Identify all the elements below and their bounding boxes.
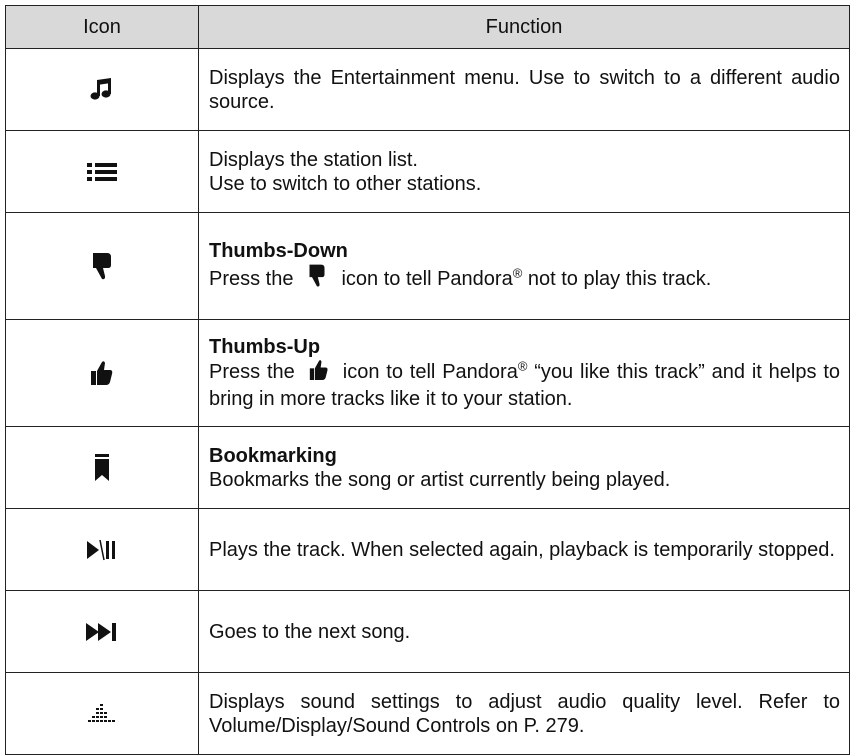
function-cell: Goes to the next song. — [198, 590, 850, 673]
manual-page: Icon Function Displays the Entertainment… — [0, 0, 860, 755]
function-text: Bookmarks the song or artist currently b… — [209, 468, 671, 491]
next-track-icon — [6, 622, 198, 642]
thumbs-down-icon — [307, 263, 327, 294]
header-icon: Icon — [5, 5, 199, 49]
table-row: Goes to the next song. — [5, 590, 850, 673]
table-row: Displays sound settings to adjust audio … — [5, 672, 850, 755]
thumbs-up-icon — [309, 359, 329, 387]
function-line: Use to switch to other stations. — [209, 172, 482, 195]
sound-settings-icon — [6, 703, 198, 725]
thumbs-down-icon — [6, 251, 198, 281]
table-header-row: Icon Function — [5, 5, 850, 49]
header-function: Function — [198, 5, 850, 49]
music-note-icon — [6, 77, 198, 103]
table-row: Displays the station list. Use to switch… — [5, 130, 850, 213]
function-cell: Displays sound settings to adjust audio … — [198, 672, 850, 755]
icon-cell — [5, 508, 199, 591]
function-title: Bookmarking — [209, 444, 337, 467]
function-text: Press the — [209, 267, 294, 290]
icon-cell — [5, 426, 199, 509]
icon-cell — [5, 319, 199, 427]
bookmark-icon — [6, 453, 198, 482]
table-row: Thumbs-Up Press the icon to tell Pandora®… — [5, 319, 850, 427]
registered-mark: ® — [512, 264, 523, 280]
function-text: icon to tell Pandora — [341, 267, 513, 290]
function-title: Thumbs-Up — [209, 336, 321, 358]
icon-cell — [5, 130, 199, 213]
table-row: Thumbs-Down Press the icon to tell Pandor… — [5, 212, 850, 320]
list-icon — [6, 162, 198, 182]
function-cell: Displays the Entertainment menu. Use to … — [198, 48, 850, 131]
function-text: icon to tell Pandora — [342, 361, 518, 383]
function-text: Press the — [209, 361, 295, 383]
function-cell: Displays the station list. Use to switch… — [198, 130, 850, 213]
function-title: Thumbs-Down — [209, 239, 348, 262]
icon-cell — [5, 212, 199, 320]
function-text: not to play this track. — [527, 267, 712, 290]
play-pause-icon — [6, 538, 198, 562]
function-cell: Plays the track. When selected again, pl… — [198, 508, 850, 591]
icon-function-table: Icon Function Displays the Entertainment… — [5, 5, 850, 755]
function-cell: Thumbs-Up Press the icon to tell Pandora®… — [198, 319, 850, 427]
icon-cell — [5, 672, 199, 755]
function-cell: Bookmarking Bookmarks the song or artist… — [198, 426, 850, 509]
table-row: Bookmarking Bookmarks the song or artist… — [5, 426, 850, 509]
thumbs-up-icon — [6, 360, 198, 386]
function-line: Displays the station list. — [209, 148, 418, 171]
table-row: Plays the track. When selected again, pl… — [5, 508, 850, 591]
icon-cell — [5, 48, 199, 131]
table-row: Displays the Entertainment menu. Use to … — [5, 48, 850, 131]
function-cell: Thumbs-Down Press the icon to tell Pandor… — [198, 212, 850, 320]
registered-mark: ® — [517, 358, 528, 374]
icon-cell — [5, 590, 199, 673]
